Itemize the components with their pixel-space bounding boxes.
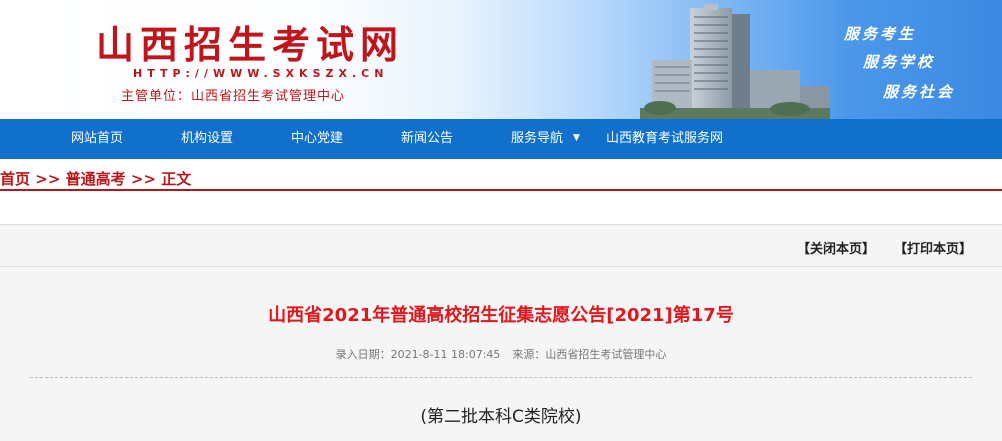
breadcrumb-separator: >> <box>130 170 157 188</box>
site-url: HTTP://WWW.SXKSZX.CN <box>133 67 389 80</box>
breadcrumb-current: 正文 <box>161 170 192 188</box>
nav-item-news[interactable]: 新闻公告 <box>401 119 453 159</box>
article-divider <box>30 377 972 378</box>
header-banner: 山西招生考试网 HTTP://WWW.SXKSZX.CN 主管单位：山西省招生考… <box>0 0 1002 119</box>
breadcrumb: 首页 >> 普通高考 >> 正文 <box>0 168 191 190</box>
chevron-down-icon: ▼ <box>573 133 580 143</box>
nav-item-home[interactable]: 网站首页 <box>71 119 123 159</box>
slogan-serve-society: 服务社会 <box>883 83 956 101</box>
breadcrumb-divider <box>0 189 1002 191</box>
nav-item-exam-service[interactable]: 山西教育考试服务网 <box>606 119 723 159</box>
print-page-button[interactable]: 【打印本页】 <box>894 238 972 257</box>
close-page-button[interactable]: 【关闭本页】 <box>797 238 875 257</box>
article-panel: 【关闭本页】 【打印本页】 山西省2021年普通高校招生征集志愿公告[2021]… <box>0 224 1002 441</box>
site-admin-unit: 主管单位：山西省招生考试管理中心 <box>121 89 346 104</box>
nav-item-service-nav-label: 服务导航 <box>511 131 564 146</box>
article-meta: 录入日期：2021-8-11 18:07:45 来源：山西省招生考试管理中心 <box>0 346 1002 362</box>
article-date: 录入日期：2021-8-11 18:07:45 <box>335 348 501 361</box>
breadcrumb-separator: >> <box>35 170 61 188</box>
building-image <box>640 4 830 119</box>
nav-item-organization[interactable]: 机构设置 <box>181 119 233 159</box>
slogan-serve-students: 服务考生 <box>844 25 917 43</box>
main-nav: 网站首页 机构设置 中心党建 新闻公告 服务导航 ▼ 山西教育考试服务网 <box>0 119 1002 159</box>
toolbar-divider <box>0 266 1002 267</box>
article-body-text: (第二批本科C类院校) <box>420 407 582 427</box>
article-title: 山西省2021年普通高校招生征集志愿公告[2021]第17号 <box>268 305 734 326</box>
nav-item-service-nav[interactable]: 服务导航 ▼ <box>511 119 580 159</box>
site-title[interactable]: 山西招生考试网 <box>96 14 404 69</box>
breadcrumb-category[interactable]: 普通高考 <box>66 170 126 188</box>
nav-item-party[interactable]: 中心党建 <box>291 119 343 159</box>
article-source: 来源：山西省招生考试管理中心 <box>512 348 667 361</box>
slogan-serve-schools: 服务学校 <box>863 53 936 71</box>
breadcrumb-home[interactable]: 首页 <box>0 170 30 188</box>
